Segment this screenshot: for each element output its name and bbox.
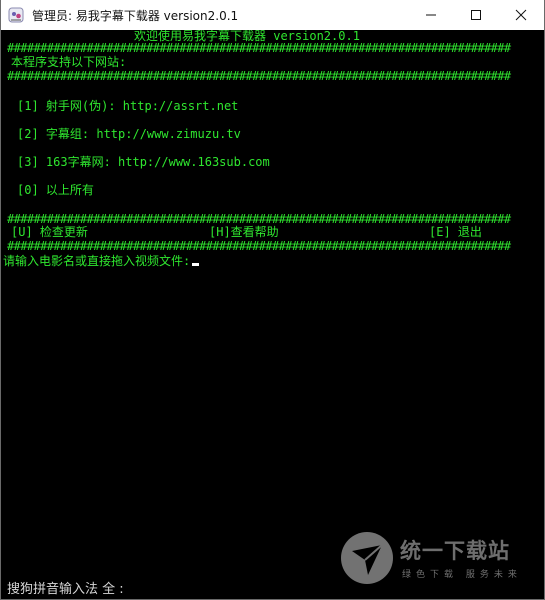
- input-prompt[interactable]: 请输入电影名或直接拖入视频文件:: [3, 254, 200, 268]
- separator-line: ########################################…: [7, 212, 511, 226]
- menu-view-help: [H]查看帮助: [209, 225, 279, 239]
- ime-status-bar: 搜狗拼音输入法 全 :: [7, 582, 124, 597]
- maximize-icon: [471, 10, 481, 20]
- menu-check-update: [U] 检查更新: [11, 225, 88, 239]
- text-cursor: [192, 263, 200, 266]
- maximize-button[interactable]: [453, 0, 499, 30]
- menu-exit: [E] 退出: [429, 225, 482, 239]
- minimize-button[interactable]: [408, 0, 454, 30]
- separator-line: ########################################…: [7, 69, 511, 83]
- sites-heading: 本程序支持以下网站:: [11, 55, 127, 69]
- console-output[interactable]: 欢迎使用易我字幕下载器 version2.0.1 ###############…: [1, 30, 544, 599]
- window-title: 管理员: 易我字幕下载器 version2.0.1: [32, 9, 239, 23]
- site-option-all: [0] 以上所有: [17, 183, 94, 197]
- watermark: 统一下载站 绿色下载 服务未来: [338, 529, 538, 591]
- close-button[interactable]: [498, 0, 544, 30]
- prompt-text: 请输入电影名或直接拖入视频文件:: [3, 254, 191, 268]
- separator-line: ########################################…: [7, 239, 511, 253]
- separator-line: ########################################…: [7, 41, 511, 55]
- site-option-1: [1] 射手网(伪): http://assrt.net: [17, 99, 239, 113]
- title-bar[interactable]: 管理员: 易我字幕下载器 version2.0.1: [1, 0, 544, 30]
- watermark-logo-icon: [341, 532, 393, 584]
- site-option-2: [2] 字幕组: http://www.zimuzu.tv: [17, 127, 241, 141]
- site-option-3: [3] 163字幕网: http://www.163sub.com: [17, 155, 270, 169]
- close-icon: [515, 9, 527, 21]
- watermark-name: 统一下载站: [400, 539, 510, 563]
- app-icon: [8, 7, 24, 23]
- console-window: 管理员: 易我字幕下载器 version2.0.1 欢迎使用易我字幕下载器 ve…: [0, 0, 545, 600]
- watermark-tagline: 绿色下载 服务未来: [402, 570, 522, 580]
- minimize-icon: [426, 14, 436, 16]
